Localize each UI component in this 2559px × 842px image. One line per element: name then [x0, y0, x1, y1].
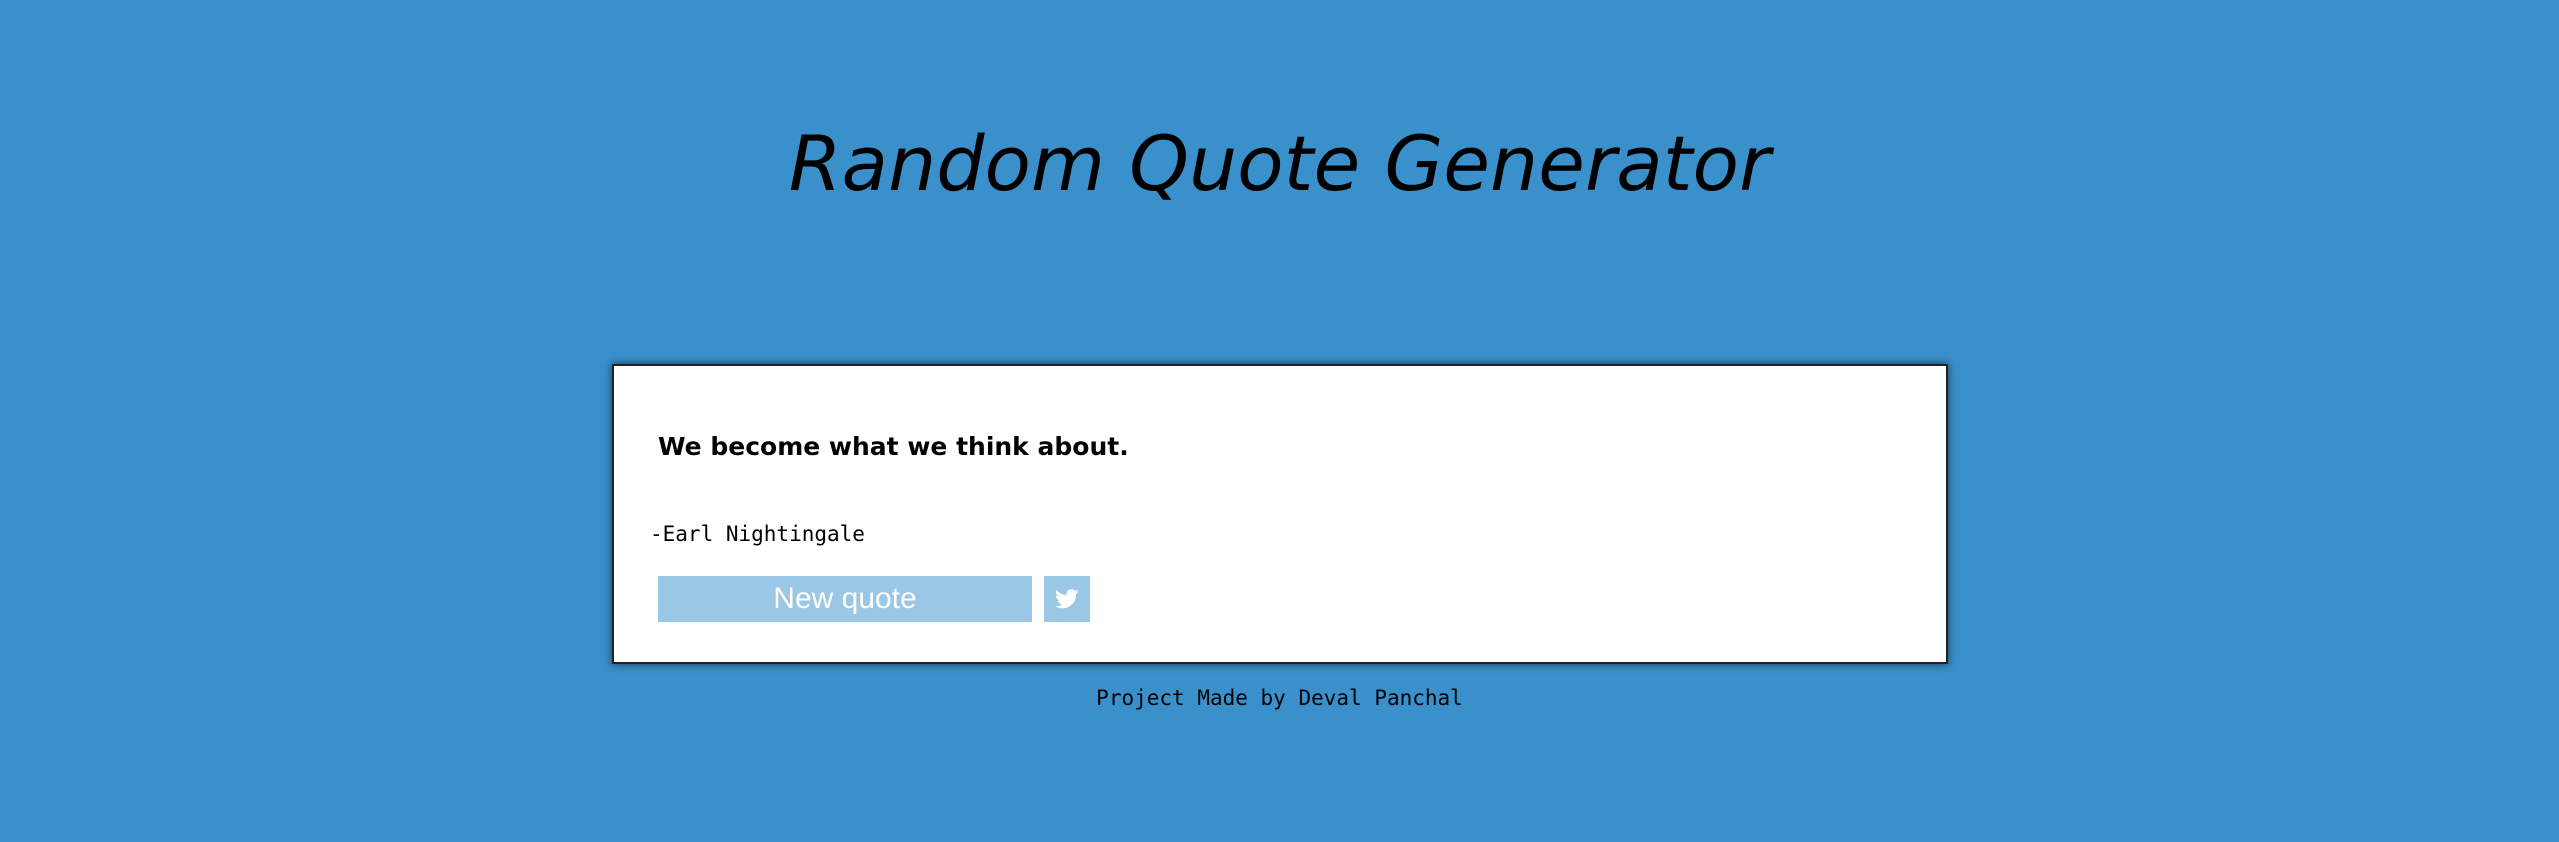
tweet-button[interactable] [1044, 576, 1090, 622]
new-quote-button[interactable]: New quote [658, 576, 1032, 622]
twitter-icon [1055, 589, 1079, 609]
quote-text: We become what we think about. [658, 432, 1129, 461]
quote-author: -Earl Nightingale [650, 522, 865, 546]
page-title: Random Quote Generator [788, 119, 1771, 208]
quote-card: We become what we think about. -Earl Nig… [612, 364, 1948, 664]
footer-credit: Project Made by Deval Panchal [1096, 686, 1463, 710]
